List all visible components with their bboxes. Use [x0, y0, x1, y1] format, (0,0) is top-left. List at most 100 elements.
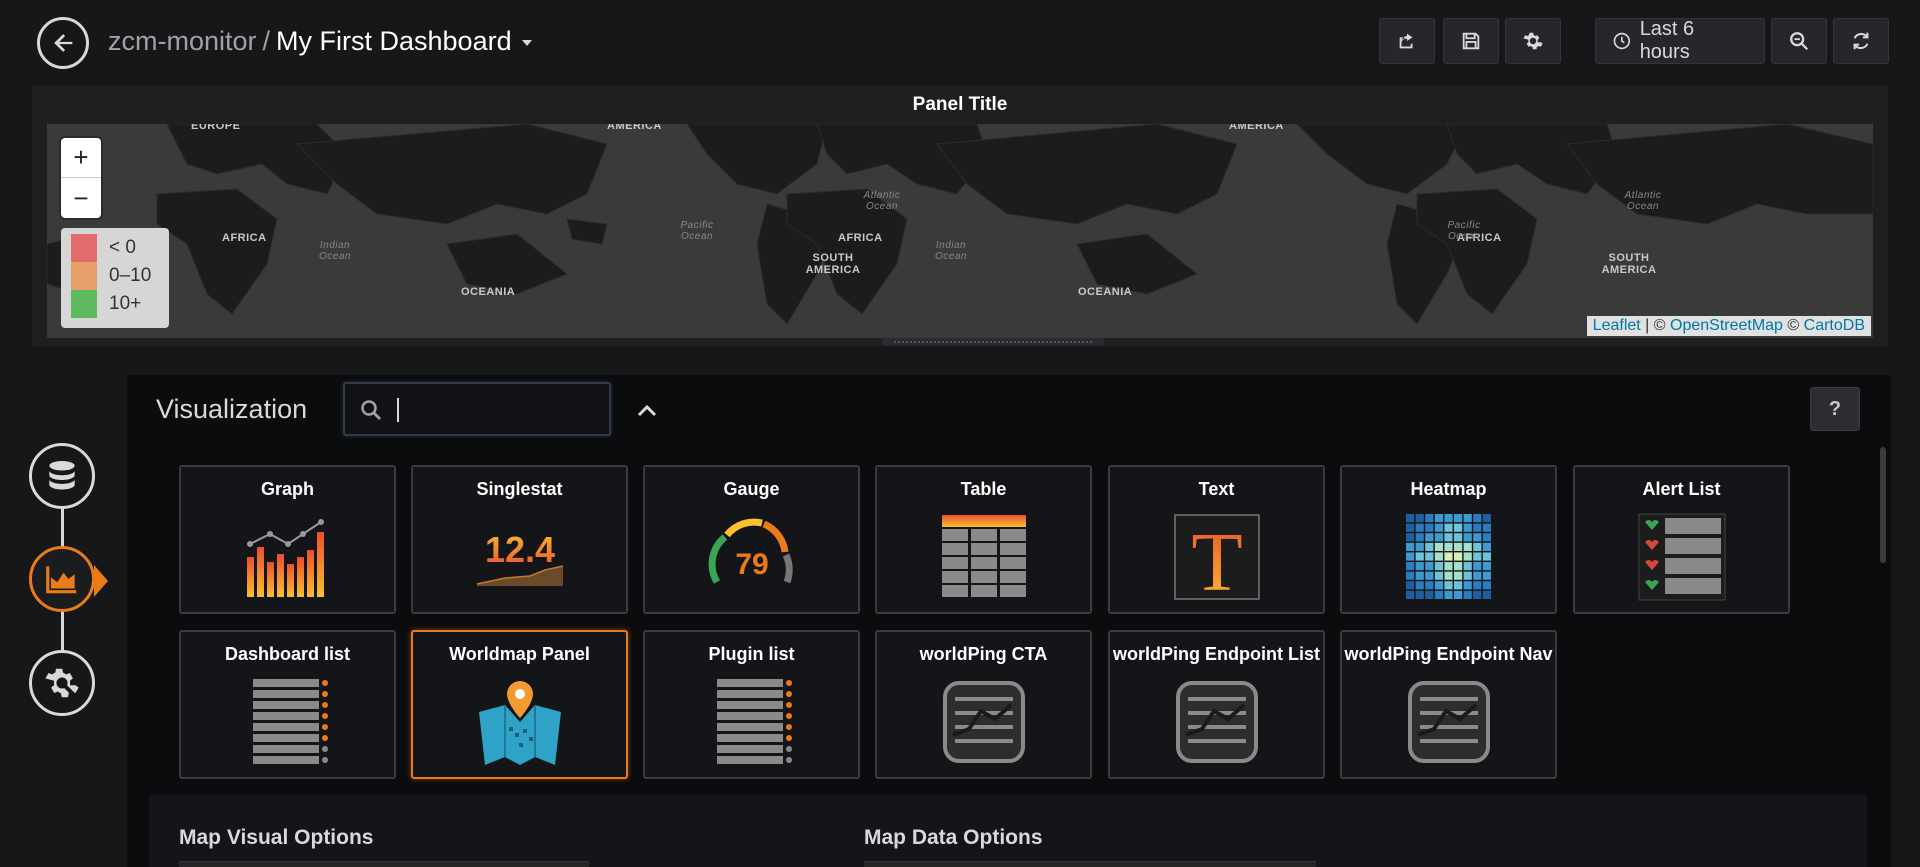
- map-label-europe: EUROPE: [191, 124, 241, 132]
- time-picker-button[interactable]: Last 6 hours: [1595, 18, 1765, 64]
- map-visual-option-field[interactable]: [179, 861, 589, 867]
- cog-wrench-icon: [45, 668, 79, 698]
- worldmap-icon: [478, 681, 561, 765]
- viz-card-gauge[interactable]: Gauge 79: [643, 465, 860, 614]
- help-button[interactable]: ?: [1810, 387, 1860, 431]
- back-button[interactable]: [37, 17, 89, 69]
- time-range-label: Last 6 hours: [1639, 18, 1695, 63]
- viz-card-worldping-endpoint-list[interactable]: worldPing Endpoint List: [1108, 630, 1325, 779]
- heatmap-icon: [1405, 514, 1491, 599]
- share-button[interactable]: [1379, 18, 1435, 64]
- worldmap-panel: Panel Title EUROPE AMERICA AMERICA AFRIC…: [32, 86, 1888, 346]
- world-map-tiles: [47, 124, 1873, 325]
- panel-title[interactable]: Panel Title: [32, 94, 1888, 116]
- attribution-separator: | ©: [1640, 317, 1670, 334]
- map-label-africa-2: AFRICA: [838, 232, 883, 244]
- map-label-oceania: OCEANIA: [461, 286, 516, 298]
- refresh-button[interactable]: [1833, 18, 1889, 64]
- area-chart-icon: [46, 566, 77, 594]
- map-label-indian-ocean-2: Indian Ocean: [935, 240, 967, 262]
- leaflet-link[interactable]: Leaflet: [1593, 317, 1641, 334]
- viz-card-worldping-endpoint-nav[interactable]: worldPing Endpoint Nav: [1340, 630, 1557, 779]
- map-visual-options-heading: Map Visual Options: [179, 826, 374, 849]
- viz-card-label: worldPing Endpoint List: [1113, 644, 1320, 664]
- graph-icon: [246, 519, 324, 597]
- map-label-oceania-2: OCEANIA: [1078, 286, 1133, 298]
- queries-tab[interactable]: [29, 443, 95, 509]
- viz-card-table[interactable]: Table: [875, 465, 1092, 614]
- map-label-south-america-2: SOUTH AMERICA: [1601, 252, 1657, 276]
- legend-swatch-green: [71, 290, 97, 318]
- vertical-scrollbar[interactable]: [1880, 447, 1886, 563]
- map-zoom-control: + −: [61, 138, 101, 218]
- map-label-south-america: SOUTH AMERICA: [805, 252, 861, 276]
- database-icon: [49, 460, 75, 490]
- map-zoom-in-button[interactable]: +: [61, 138, 101, 178]
- share-icon: [1399, 33, 1413, 49]
- map-canvas[interactable]: EUROPE AMERICA AMERICA AFRICA AFRICA AFR…: [47, 124, 1873, 338]
- map-data-options-heading: Map Data Options: [864, 826, 1043, 849]
- search-icon: [361, 400, 381, 420]
- arrow-left-icon: [54, 34, 73, 52]
- breadcrumb-separator: /: [262, 26, 271, 56]
- zoom-out-time-button[interactable]: [1771, 18, 1827, 64]
- visualization-tab[interactable]: [29, 546, 95, 612]
- text-cursor: [397, 398, 399, 422]
- breadcrumb: zcm-monitor / My First Dashboard: [108, 24, 532, 58]
- active-tab-arrow: [94, 565, 108, 597]
- viz-card-label: Heatmap: [1410, 479, 1487, 499]
- general-settings-tab[interactable]: [29, 650, 95, 716]
- alert-list-icon: [1638, 513, 1725, 601]
- map-zoom-out-button[interactable]: −: [61, 178, 101, 218]
- map-data-option-field[interactable]: [864, 861, 1316, 867]
- viz-card-singlestat[interactable]: Singlestat 12.4: [411, 465, 628, 614]
- caret-down-icon[interactable]: [521, 39, 532, 46]
- plugin-list-icon: [716, 679, 792, 764]
- save-icon: [1462, 32, 1480, 50]
- visualization-search-input[interactable]: [395, 394, 595, 424]
- viz-card-plugin-list[interactable]: Plugin list: [643, 630, 860, 779]
- viz-card-worldmap-panel[interactable]: Worldmap Panel: [411, 630, 628, 779]
- legend-swatch-red: [71, 234, 97, 262]
- visualization-title: Visualization: [156, 394, 308, 424]
- viz-card-dashboard-list[interactable]: Dashboard list: [179, 630, 396, 779]
- viz-card-text[interactable]: Text T: [1108, 465, 1325, 614]
- gauge-icon: 79: [708, 518, 793, 584]
- gauge-value: 79: [735, 548, 768, 581]
- panel-resize-handle[interactable]: [882, 338, 1104, 346]
- folder-link[interactable]: zcm-monitor: [108, 26, 257, 56]
- viz-card-label: Table: [960, 479, 1007, 499]
- settings-button[interactable]: [1505, 18, 1561, 64]
- top-navbar: zcm-monitor / My First Dashboard Last 6 ho…: [0, 0, 1920, 84]
- cartodb-link[interactable]: CartoDB: [1804, 317, 1865, 334]
- viz-card-graph[interactable]: Graph: [179, 465, 396, 614]
- attribution-separator: ©: [1782, 317, 1804, 334]
- legend-row: 10+: [71, 290, 159, 318]
- viz-card-worldping-cta[interactable]: worldPing CTA: [875, 630, 1092, 779]
- map-label-america: AMERICA: [607, 124, 662, 132]
- worldping-icon: [942, 681, 1025, 763]
- refresh-icon: [1853, 32, 1869, 50]
- singlestat-value: 12.4: [484, 529, 554, 570]
- dashboard-title[interactable]: My First Dashboard: [276, 26, 512, 56]
- legend-swatch-orange: [71, 262, 97, 290]
- chevron-up-icon[interactable]: [636, 402, 658, 418]
- save-dashboard-button[interactable]: [1443, 18, 1499, 64]
- visualization-search[interactable]: [343, 382, 611, 436]
- magnifier-minus-icon: [1790, 32, 1809, 51]
- dashboard-list-icon: [252, 679, 328, 764]
- legend-label: 0–10: [109, 265, 152, 286]
- viz-card-heatmap[interactable]: Heatmap: [1340, 465, 1557, 614]
- map-label-america-2: AMERICA: [1229, 124, 1284, 132]
- viz-card-label: worldPing Endpoint Nav: [1344, 644, 1553, 664]
- openstreetmap-link[interactable]: OpenStreetMap: [1670, 317, 1783, 334]
- viz-card-label: Text: [1198, 479, 1235, 499]
- viz-card-label: Graph: [260, 479, 314, 499]
- map-label-africa: AFRICA: [222, 232, 267, 244]
- map-label-pacific-ocean-2: Pacific Ocean: [1447, 220, 1481, 242]
- singlestat-icon: 12.4: [476, 529, 563, 586]
- viz-card-alert-list[interactable]: Alert List: [1573, 465, 1790, 614]
- worldping-icon: [1175, 681, 1258, 763]
- legend-label: 10+: [109, 293, 142, 314]
- legend-label: < 0: [109, 237, 136, 258]
